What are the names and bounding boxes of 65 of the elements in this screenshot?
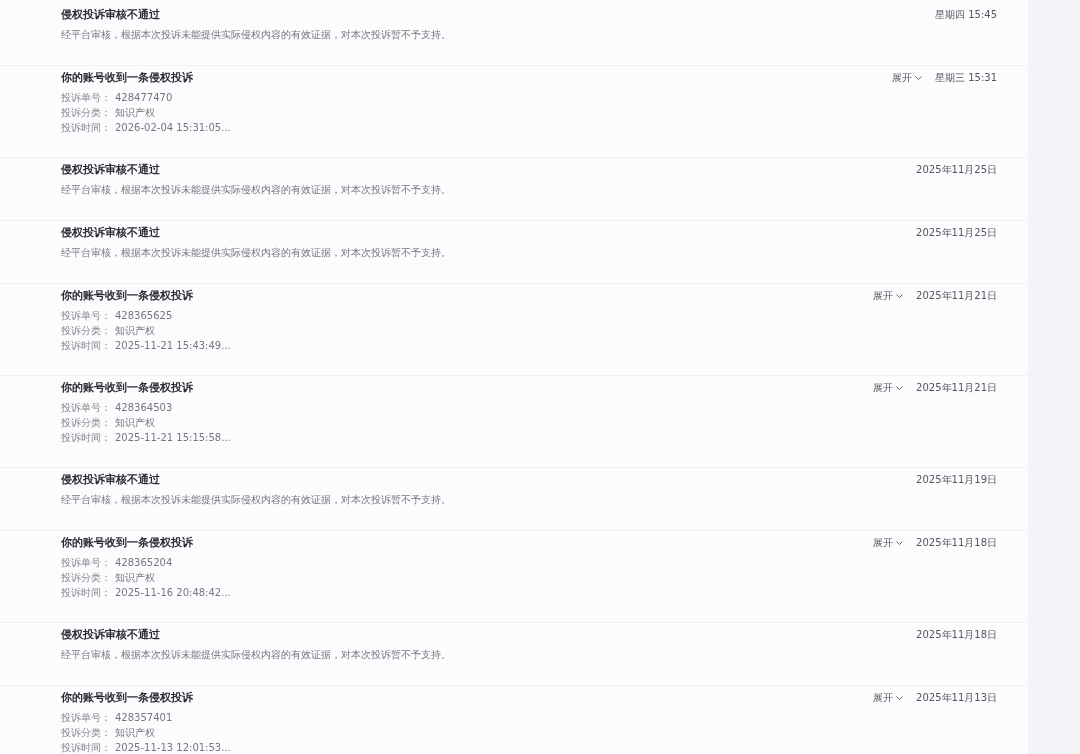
field-value: 2025-11-21 15:15:58... xyxy=(115,432,231,443)
chevron-down-icon xyxy=(896,541,904,545)
field-value: 428357401 xyxy=(115,712,173,723)
notification-time: 2025年11月25日 xyxy=(916,163,997,177)
notification-title: 你的账号收到一条侵权投诉 xyxy=(61,536,194,550)
field-value: 知识产权 xyxy=(115,323,155,338)
field-label: 投诉时间： xyxy=(61,338,111,353)
field-value: 知识产权 xyxy=(115,725,155,740)
notification-message: 经平台审核，根据本次投诉未能提供实际侵权内容的有效证据，对本次投诉暂不予支持。 xyxy=(61,493,451,507)
field-value: 428365204 xyxy=(115,557,173,568)
field-label: 投诉单号： xyxy=(61,308,111,323)
field-label: 投诉分类： xyxy=(61,570,111,585)
notification-title: 你的账号收到一条侵权投诉 xyxy=(61,691,194,705)
field-label: 投诉单号： xyxy=(61,710,111,725)
chevron-down-icon xyxy=(896,386,904,390)
field-label: 投诉分类： xyxy=(61,105,111,120)
field-label: 投诉单号： xyxy=(61,90,111,105)
field-label: 投诉单号： xyxy=(61,400,111,415)
notification-time: 2025年11月13日 xyxy=(916,691,997,705)
notification-title: 侵权投诉审核不通过 xyxy=(61,8,161,22)
field-value: 2026-02-04 15:31:05... xyxy=(115,122,231,133)
field-label: 投诉时间： xyxy=(61,740,111,754)
notification-time: 2025年11月25日 xyxy=(916,226,997,240)
field-value: 428364503 xyxy=(115,402,173,413)
notification-message: 经平台审核，根据本次投诉未能提供实际侵权内容的有效证据，对本次投诉暂不予支持。 xyxy=(61,648,451,662)
field-value: 知识产权 xyxy=(115,570,155,585)
notification-message: 经平台审核，根据本次投诉未能提供实际侵权内容的有效证据，对本次投诉暂不予支持。 xyxy=(61,28,451,42)
field-value: 428477470 xyxy=(115,92,173,103)
field-label: 投诉分类： xyxy=(61,323,111,338)
notification-title: 你的账号收到一条侵权投诉 xyxy=(61,289,194,303)
notification-title: 侵权投诉审核不通过 xyxy=(61,226,161,240)
field-label: 投诉时间： xyxy=(61,585,111,600)
chevron-down-icon xyxy=(896,696,904,700)
field-label: 投诉时间： xyxy=(61,430,111,445)
chevron-down-icon xyxy=(896,294,904,298)
notification-title: 侵权投诉审核不通过 xyxy=(61,163,161,177)
notification-message: 经平台审核，根据本次投诉未能提供实际侵权内容的有效证据，对本次投诉暂不予支持。 xyxy=(61,183,451,197)
notification-message: 经平台审核，根据本次投诉未能提供实际侵权内容的有效证据，对本次投诉暂不予支持。 xyxy=(61,246,451,260)
notification-time: 2025年11月18日 xyxy=(916,628,997,642)
notification-time: 星期三 15:31 xyxy=(935,71,997,85)
notification-time: 2025年11月21日 xyxy=(916,289,997,303)
expand-button[interactable]: 展开 xyxy=(873,536,904,550)
field-value: 知识产权 xyxy=(115,105,155,120)
field-value: 2025-11-21 15:43:49... xyxy=(115,340,231,351)
notification-time: 2025年11月21日 xyxy=(916,381,997,395)
field-value: 2025-11-16 20:48:42... xyxy=(115,587,231,598)
chevron-down-icon xyxy=(915,76,922,80)
expand-button[interactable]: 展开 xyxy=(873,289,904,303)
expand-button[interactable]: 展开 xyxy=(892,71,922,85)
notification-title: 侵权投诉审核不通过 xyxy=(61,628,161,642)
field-value: 2025-11-13 12:01:53... xyxy=(115,742,231,753)
expand-button[interactable]: 展开 xyxy=(873,691,904,705)
notification-title: 你的账号收到一条侵权投诉 xyxy=(61,71,194,85)
notification-title: 侵权投诉审核不通过 xyxy=(61,473,161,487)
field-value: 知识产权 xyxy=(115,415,155,430)
notification-time: 2025年11月19日 xyxy=(916,473,997,487)
notification-time: 2025年11月18日 xyxy=(916,536,997,550)
notification-title: 你的账号收到一条侵权投诉 xyxy=(61,381,194,395)
notification-time: 星期四 15:45 xyxy=(935,8,997,22)
field-label: 投诉单号： xyxy=(61,555,111,570)
field-label: 投诉时间： xyxy=(61,120,111,135)
expand-button[interactable]: 展开 xyxy=(873,381,904,395)
field-label: 投诉分类： xyxy=(61,415,111,430)
field-label: 投诉分类： xyxy=(61,725,111,740)
field-value: 428365625 xyxy=(115,310,173,321)
